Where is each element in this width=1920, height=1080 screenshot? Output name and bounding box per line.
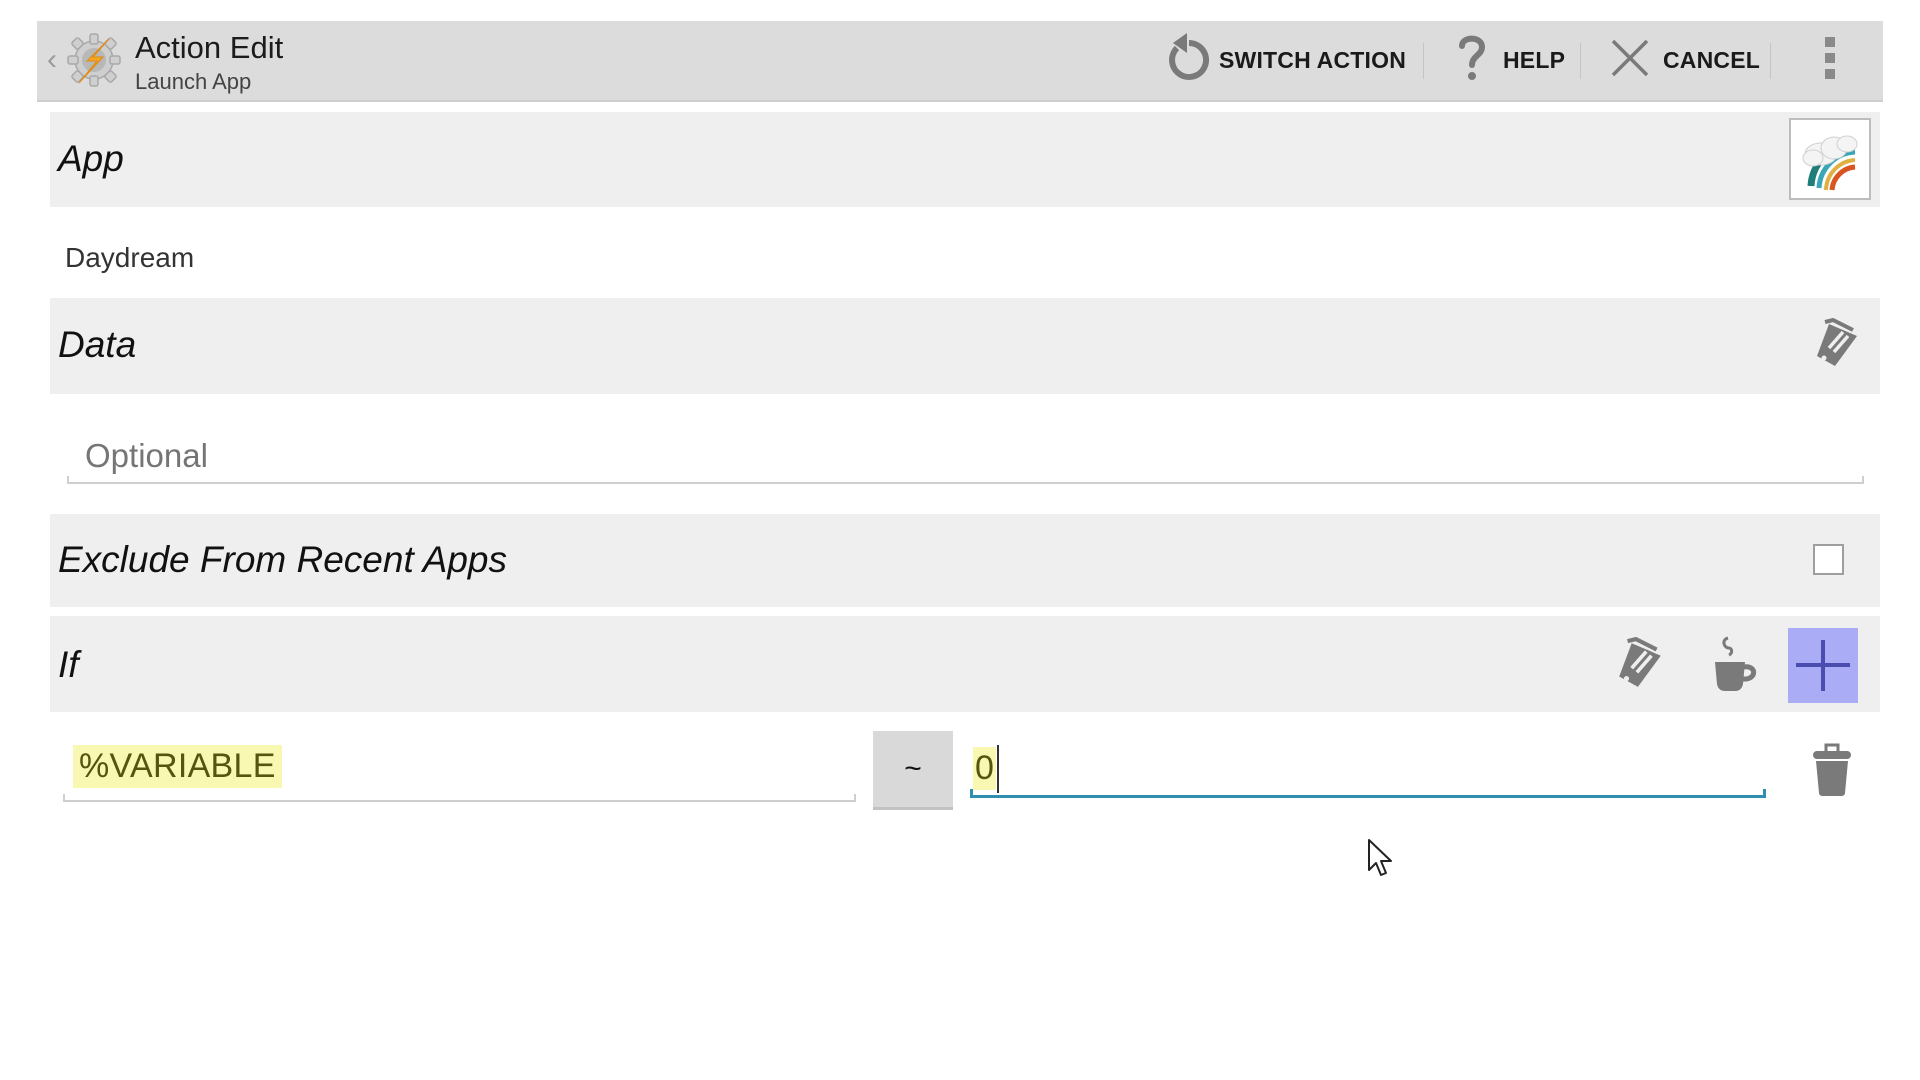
condition-value-field[interactable]: 0 [970, 745, 1766, 798]
text-caret [997, 745, 999, 793]
add-condition-button[interactable] [1788, 628, 1858, 703]
if-section-label: If [58, 644, 79, 685]
data-variable-button[interactable] [1812, 317, 1862, 375]
switch-action-icon [1165, 32, 1211, 89]
help-label: HELP [1503, 47, 1566, 73]
toolbar-divider [1580, 43, 1581, 79]
field-tick [854, 794, 856, 802]
exclude-recent-checkbox[interactable] [1813, 544, 1844, 575]
cancel-button[interactable]: CANCEL [1611, 21, 1760, 100]
if-coffee-button[interactable] [1708, 636, 1764, 696]
field-tick [970, 789, 973, 798]
toolbar-divider [1423, 43, 1424, 79]
if-variable-button[interactable] [1612, 636, 1668, 696]
trash-icon [1812, 743, 1852, 802]
plus-icon [1788, 640, 1858, 707]
daydream-app-icon [1791, 135, 1869, 202]
delete-condition-button[interactable] [1808, 742, 1856, 802]
chevron-left-icon[interactable]: ‹ [47, 43, 61, 77]
switch-action-button[interactable]: SWITCH ACTION [1165, 21, 1406, 100]
more-vertical-icon [1825, 37, 1835, 84]
tag-edit-icon [1614, 636, 1666, 696]
coffee-icon [1711, 634, 1761, 699]
app-section-label: App [58, 138, 124, 179]
tasker-logo-icon[interactable] [65, 31, 123, 89]
condition-operator-button[interactable]: ~ [873, 731, 953, 810]
data-input[interactable] [69, 430, 1878, 482]
field-tick [67, 476, 69, 484]
page-title: Action Edit [135, 30, 284, 65]
data-section-header: Data [50, 298, 1880, 394]
tag-edit-icon [1813, 317, 1861, 375]
switch-action-label: SWITCH ACTION [1219, 47, 1407, 73]
cancel-label: CANCEL [1663, 47, 1761, 73]
field-tick [1862, 476, 1864, 484]
action-bar: ‹ Action Edit Launch App SWITCH ACTION H… [37, 21, 1883, 102]
condition-variable-field[interactable]: %VARIABLE [63, 740, 856, 802]
toolbar-divider [1770, 43, 1771, 79]
exclude-recent-label: Exclude From Recent Apps [58, 539, 507, 580]
selected-app-name[interactable]: Daydream [65, 242, 194, 274]
app-section-header: App [50, 112, 1880, 207]
condition-variable-value[interactable]: %VARIABLE [73, 745, 282, 788]
if-section-header: If [50, 616, 1880, 712]
help-button[interactable]: HELP [1457, 21, 1565, 100]
app-picker-button[interactable] [1789, 118, 1871, 200]
close-icon [1611, 39, 1649, 82]
field-tick [1763, 789, 1766, 798]
data-field[interactable] [67, 430, 1878, 484]
condition-value[interactable]: 0 [973, 747, 997, 790]
help-icon [1457, 34, 1487, 87]
mouse-cursor-icon [1367, 838, 1397, 887]
field-tick [63, 794, 65, 802]
page-subtitle: Launch App [135, 69, 252, 94]
exclude-recent-row: Exclude From Recent Apps [50, 514, 1880, 607]
overflow-menu-button[interactable] [1815, 21, 1845, 100]
data-section-label: Data [58, 324, 137, 365]
